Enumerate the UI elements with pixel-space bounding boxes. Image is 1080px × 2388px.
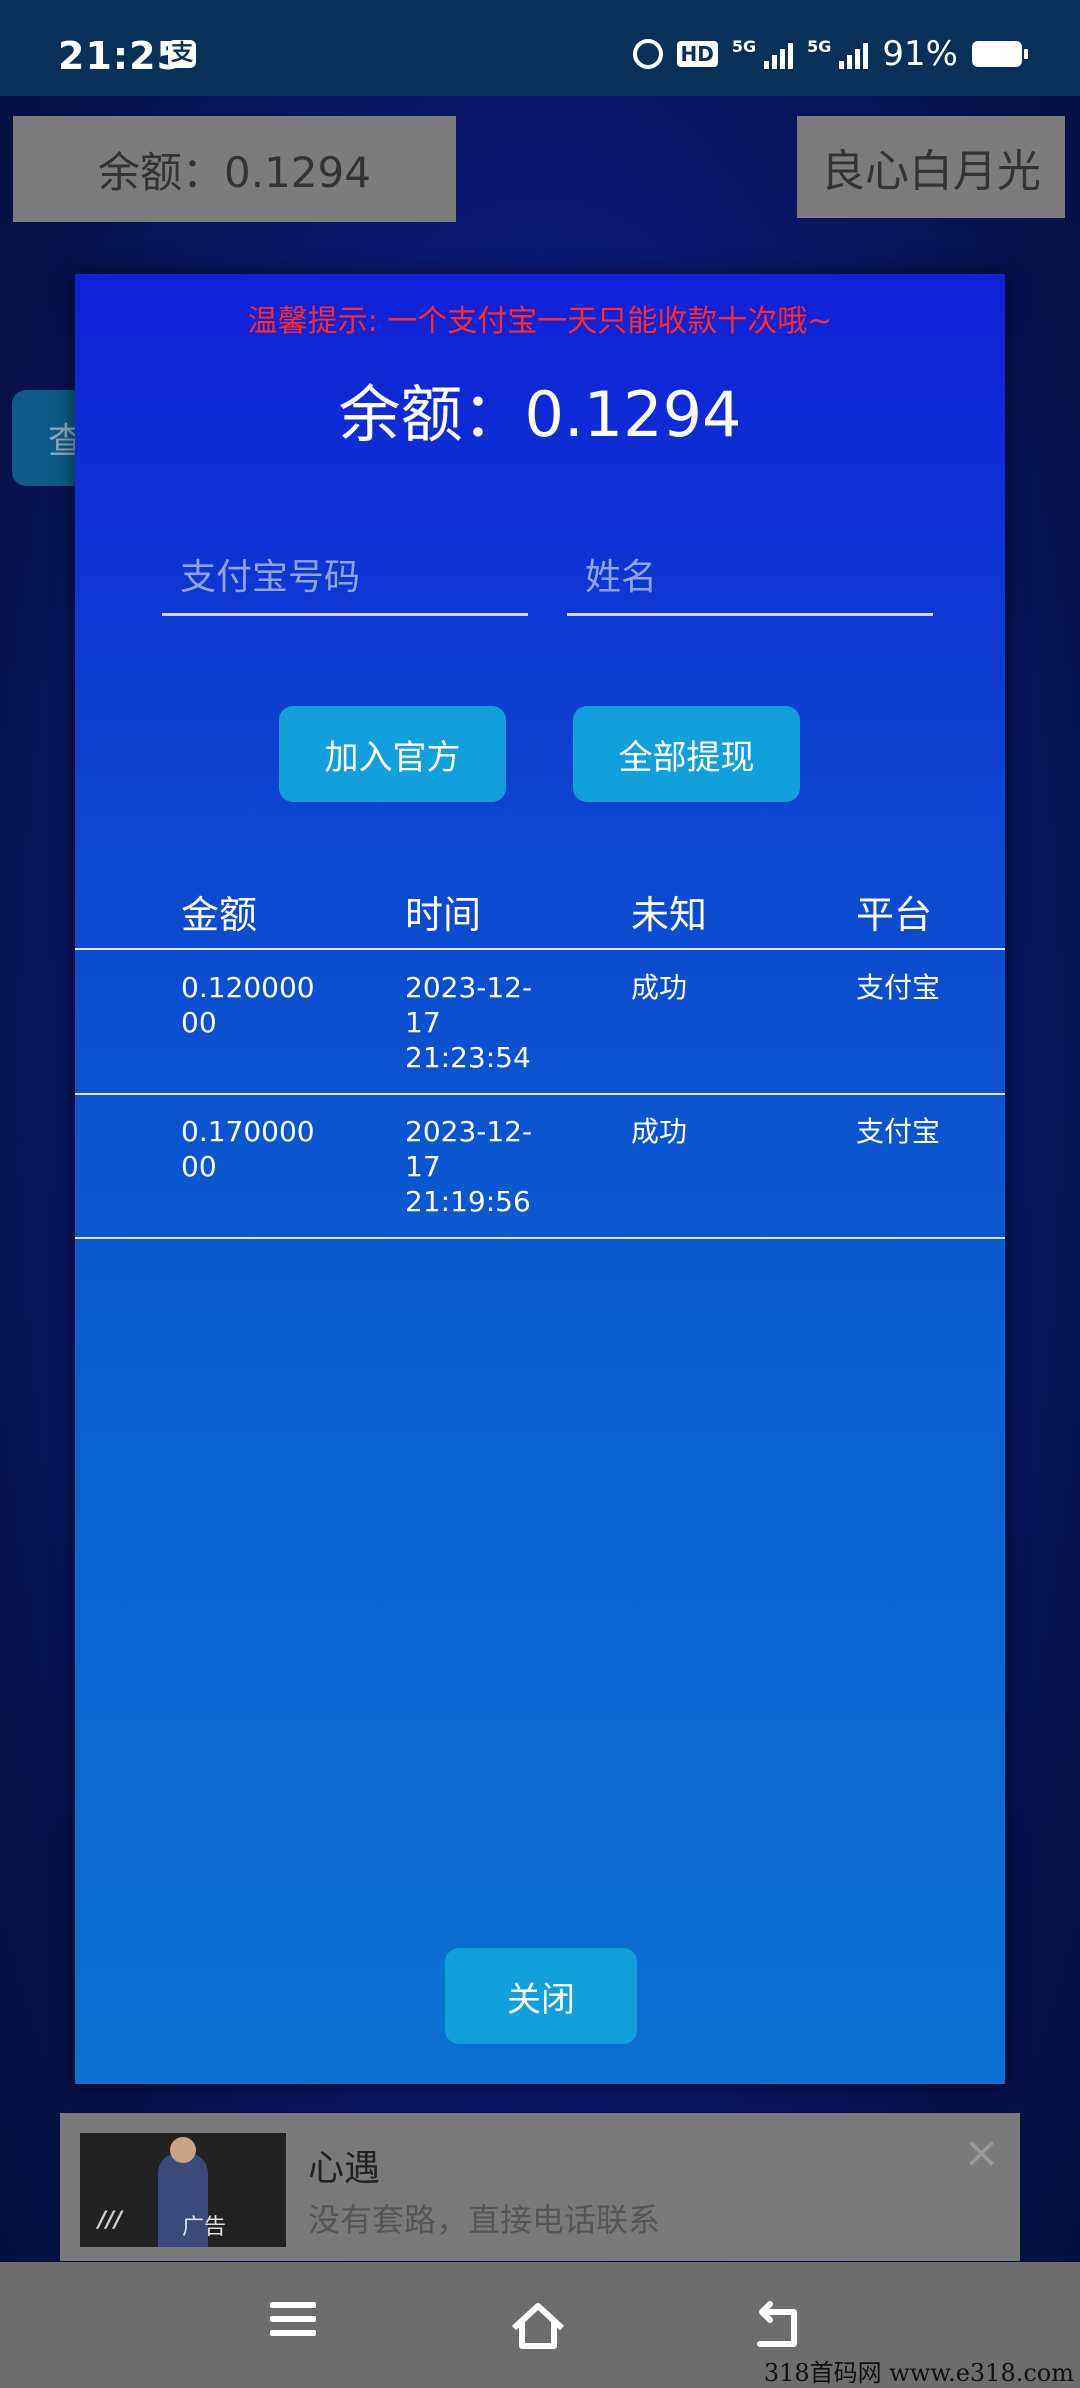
alipay-notification-icon: 支 bbox=[168, 40, 196, 68]
status-bar: 21:25 支 HD 5G 5G 91% bbox=[0, 0, 1080, 96]
row-platform: 支付宝 bbox=[856, 971, 941, 1004]
ad-title[interactable]: 心遇 bbox=[308, 2139, 380, 2191]
alipay-account-input[interactable] bbox=[162, 542, 528, 616]
row-time: 2023-12-17 21:23:54 bbox=[405, 971, 533, 1074]
watermark: 318首码网 www.e318.com bbox=[763, 2359, 1074, 2387]
alarm-icon bbox=[632, 39, 663, 69]
network-type-1: 5G bbox=[731, 36, 757, 56]
signal-icon-2 bbox=[839, 39, 869, 69]
ad-tag: 广告 bbox=[182, 2215, 227, 2240]
hd-icon: HD bbox=[676, 41, 718, 67]
ad-thumbnail[interactable]: /// 广告 bbox=[80, 2133, 286, 2247]
network-type-2: 5G bbox=[807, 36, 832, 56]
ad-description[interactable]: 没有套路，直接电话联系 bbox=[308, 2195, 660, 2241]
header-platform: 平台 bbox=[856, 893, 933, 937]
background-username-button[interactable]: 良心白月光 bbox=[797, 116, 1065, 218]
row-amount: 0.12000000 bbox=[181, 971, 315, 1039]
header-status: 未知 bbox=[631, 893, 708, 937]
row-status: 成功 bbox=[631, 1115, 688, 1148]
header-time: 时间 bbox=[405, 893, 482, 937]
ad-logo-icon: /// bbox=[98, 2208, 123, 2233]
withdraw-dialog: 温馨提示: 一个支付宝一天只能收款十次哦~ 余额：0.1294 加入官方 全部提… bbox=[75, 274, 1005, 2084]
close-icon[interactable]: × bbox=[963, 2127, 1000, 2178]
join-official-button[interactable]: 加入官方 bbox=[279, 706, 506, 802]
background-balance: 余额：0.1294 bbox=[13, 116, 456, 222]
withdraw-all-button[interactable]: 全部提现 bbox=[573, 706, 800, 802]
warning-tip: 温馨提示: 一个支付宝一天只能收款十次哦~ bbox=[247, 304, 833, 339]
table-header: 金额 时间 未知 平台 bbox=[75, 874, 1005, 950]
name-input[interactable] bbox=[567, 542, 933, 616]
menu-icon[interactable] bbox=[270, 2296, 330, 2356]
battery-icon bbox=[972, 41, 1028, 67]
ad-banner[interactable]: /// 广告 心遇 没有套路，直接电话联系 × bbox=[60, 2113, 1020, 2261]
signal-icon bbox=[764, 39, 794, 69]
header-amount: 金额 bbox=[181, 893, 258, 937]
table-row: 0.17000000 2023-12-17 21:19:56 成功 支付宝 bbox=[75, 1094, 1005, 1239]
status-indicators: HD 5G 5G 91% bbox=[632, 34, 1028, 74]
battery-percent: 91% bbox=[882, 34, 958, 74]
back-icon[interactable] bbox=[748, 2296, 808, 2356]
home-icon[interactable] bbox=[508, 2296, 568, 2356]
close-dialog-button[interactable]: 关闭 bbox=[445, 1948, 637, 2044]
table-row: 0.12000000 2023-12-17 21:23:54 成功 支付宝 bbox=[75, 950, 1005, 1095]
row-amount: 0.17000000 bbox=[181, 1115, 315, 1183]
status-time: 21:25 bbox=[58, 34, 184, 78]
row-platform: 支付宝 bbox=[856, 1115, 941, 1148]
row-time: 2023-12-17 21:19:56 bbox=[405, 1115, 533, 1218]
dialog-balance: 余额：0.1294 bbox=[338, 378, 742, 451]
row-status: 成功 bbox=[631, 971, 688, 1004]
